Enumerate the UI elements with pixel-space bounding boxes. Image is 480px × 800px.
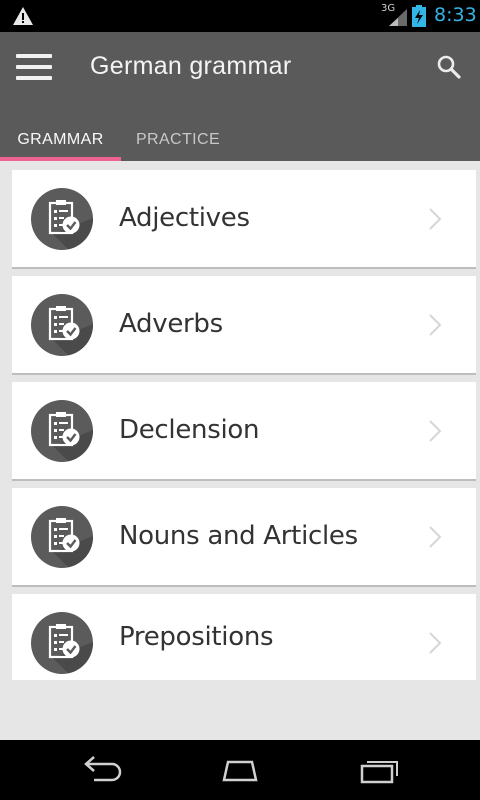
checklist-icon xyxy=(31,294,93,356)
clock: 8:33 xyxy=(434,4,477,26)
checklist-icon xyxy=(31,400,93,462)
list-item-adverbs[interactable]: Adverbs xyxy=(12,276,476,373)
tab-bar: GRAMMAR PRACTICE xyxy=(0,118,480,161)
home-icon[interactable] xyxy=(212,752,268,788)
tab-practice[interactable]: PRACTICE xyxy=(121,118,235,161)
app-title: German grammar xyxy=(90,52,292,80)
menu-icon[interactable] xyxy=(16,54,52,80)
list-item-adjectives[interactable]: Adjectives xyxy=(12,170,476,267)
list-item-label: Prepositions xyxy=(119,622,274,652)
checklist-icon xyxy=(31,188,93,250)
checklist-icon xyxy=(31,506,93,568)
chevron-right-icon xyxy=(429,420,442,442)
tab-indicator xyxy=(0,157,121,161)
list-item-prepositions[interactable]: Prepositions xyxy=(12,594,476,680)
list-item-label: Adjectives xyxy=(119,203,250,233)
status-bar: 3G 8:33 xyxy=(0,0,480,32)
list-item-label: Declension xyxy=(119,415,260,445)
search-icon[interactable] xyxy=(436,54,462,80)
topic-list: Adjectives Adverbs Declension Nouns and … xyxy=(12,170,476,689)
list-item-nouns-and-articles[interactable]: Nouns and Articles xyxy=(12,488,476,585)
recent-apps-icon[interactable] xyxy=(352,752,408,788)
chevron-right-icon xyxy=(429,208,442,230)
list-item-label: Nouns and Articles xyxy=(119,521,358,551)
signal-icon xyxy=(389,9,407,26)
list-item-declension[interactable]: Declension xyxy=(12,382,476,479)
battery-charging-icon xyxy=(412,5,426,27)
tab-grammar[interactable]: GRAMMAR xyxy=(0,118,121,161)
back-icon[interactable] xyxy=(72,752,128,788)
chevron-right-icon xyxy=(429,314,442,336)
app-bar: German grammar GRAMMAR PRACTICE xyxy=(0,32,480,161)
navigation-bar xyxy=(0,740,480,800)
chevron-right-icon xyxy=(429,526,442,548)
list-item-label: Adverbs xyxy=(119,309,223,339)
chevron-right-icon xyxy=(429,632,442,654)
checklist-icon xyxy=(31,612,93,674)
warning-icon xyxy=(13,7,33,25)
